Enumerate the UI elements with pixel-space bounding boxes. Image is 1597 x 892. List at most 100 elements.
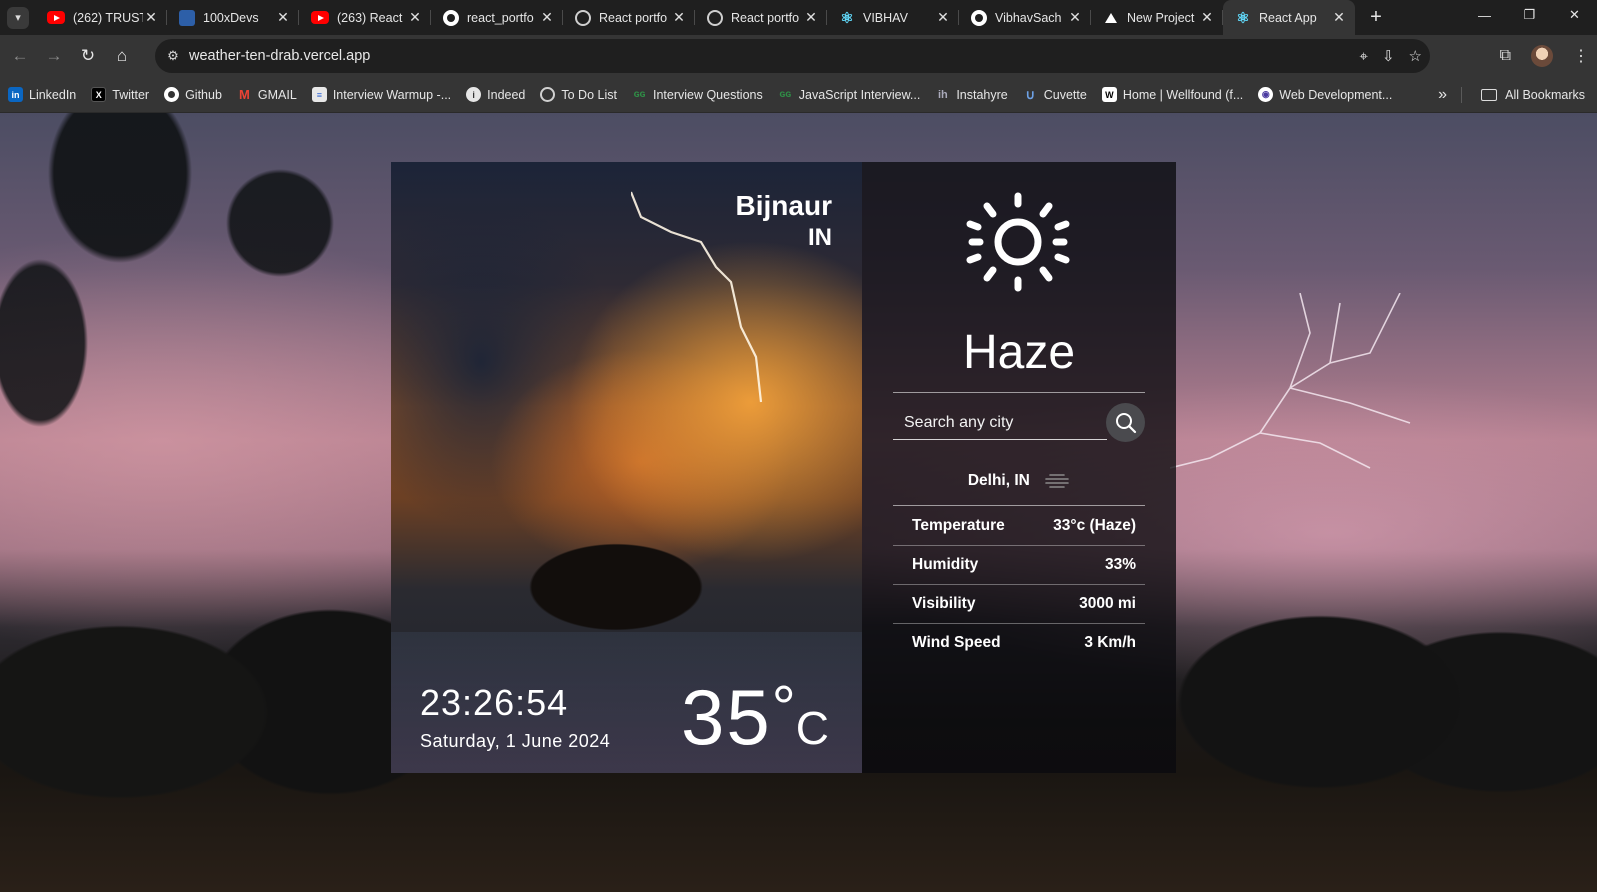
install-app-icon[interactable]: ⇩ <box>1382 47 1395 65</box>
country-code: IN <box>808 224 832 251</box>
url-text[interactable]: weather-ten-drab.vercel.app <box>189 48 370 64</box>
stat-row-wind-speed: Wind Speed 3 Km/h <box>893 623 1145 662</box>
bookmark-item[interactable]: ◉ Web Development... <box>1258 87 1392 102</box>
tab-close-icon[interactable]: ✕ <box>407 9 423 26</box>
background-lightning <box>1170 293 1411 469</box>
location-pin-icon[interactable]: ⌖ <box>1360 48 1368 65</box>
city-search <box>893 402 1107 440</box>
profile-avatar[interactable] <box>1531 45 1553 67</box>
bookmark-item[interactable]: ɢɢ JavaScript Interview... <box>778 87 921 102</box>
tab-close-icon[interactable]: ✕ <box>1331 9 1347 26</box>
all-bookmarks-label: All Bookmarks <box>1505 87 1585 102</box>
tab-title: react_portfo <box>467 10 534 25</box>
stat-value: 33°c (Haze) <box>1053 516 1136 534</box>
temperature-value: 35 <box>681 673 772 761</box>
tab-close-icon[interactable]: ✕ <box>671 9 687 26</box>
extensions-puzzle-icon[interactable]: ⧉ <box>1500 47 1511 65</box>
haze-icon <box>1045 474 1069 488</box>
tab-title: React portfo <box>731 10 800 25</box>
stat-value: 3 Km/h <box>1084 634 1136 651</box>
browser-tab-active[interactable]: ⚛ React App ✕ <box>1223 0 1355 35</box>
browser-toolbar: ← → ↻ ⌂ ⚙ weather-ten-drab.vercel.app ⌖ … <box>0 35 1597 77</box>
island-silhouette <box>476 517 756 637</box>
tab-close-icon[interactable]: ✕ <box>803 9 819 26</box>
tab-search-chevron-icon[interactable]: ▾ <box>7 6 29 29</box>
x-icon: X <box>91 87 107 102</box>
tab-list: (262) TRUST ✕ 100xDevs ✕ (263) React ✕ r… <box>35 0 1355 35</box>
background-foliage <box>0 113 400 533</box>
vercel-icon <box>1103 10 1119 26</box>
bookmark-star-icon[interactable]: ☆ <box>1409 47 1422 65</box>
browser-tab[interactable]: 100xDevs ✕ <box>167 0 299 35</box>
bookmark-item[interactable]: X Twitter <box>91 87 149 102</box>
bookmark-item[interactable]: M GMAIL <box>237 87 297 102</box>
tab-close-icon[interactable]: ✕ <box>539 9 555 26</box>
site-settings-icon[interactable]: ⚙ <box>159 48 187 64</box>
bookmark-label: To Do List <box>561 87 617 102</box>
globe-icon <box>575 9 591 26</box>
more-bookmarks-chevron-icon[interactable]: » <box>1438 86 1447 104</box>
bookmark-item[interactable]: ∪ Cuvette <box>1023 87 1086 102</box>
bookmark-label: JavaScript Interview... <box>798 87 921 102</box>
bookmark-item[interactable]: i Indeed <box>466 87 525 102</box>
globe-icon <box>540 87 556 102</box>
browser-tab[interactable]: New Project ✕ <box>1091 0 1223 35</box>
folder-icon <box>1481 88 1498 101</box>
stat-label: Visibility <box>912 595 976 612</box>
browser-tab[interactable]: ⚛ VIBHAV ✕ <box>827 0 959 35</box>
github-icon <box>164 87 180 102</box>
divider <box>893 392 1145 393</box>
tab-close-icon[interactable]: ✕ <box>143 9 159 26</box>
bookmark-item[interactable]: ≡ Interview Warmup -... <box>311 87 452 102</box>
close-window-icon[interactable]: ✕ <box>1552 0 1597 30</box>
city-search-input[interactable] <box>893 402 1107 439</box>
tab-title: React portfo <box>599 10 668 25</box>
browser-tab[interactable]: (262) TRUST ✕ <box>35 0 167 35</box>
tab-close-icon[interactable]: ✕ <box>1067 9 1083 26</box>
globe-icon <box>707 9 723 26</box>
new-tab-plus-icon[interactable]: + <box>1361 6 1391 29</box>
search-icon <box>1115 412 1136 433</box>
browser-tab[interactable]: (263) React ✕ <box>299 0 431 35</box>
youtube-icon <box>47 11 65 24</box>
forward-arrow-icon[interactable]: → <box>37 39 71 73</box>
stat-row-visibility: Visibility 3000 mi <box>893 584 1145 623</box>
bookmark-item[interactable]: Github <box>164 87 222 102</box>
bookmark-item[interactable]: To Do List <box>540 87 617 102</box>
all-bookmarks-button[interactable]: All Bookmarks <box>1481 88 1585 102</box>
current-time: 23:26:54 <box>420 682 569 723</box>
bookmark-item[interactable]: ɢɢ Interview Questions <box>632 87 763 102</box>
tab-close-icon[interactable]: ✕ <box>1199 9 1215 26</box>
back-arrow-icon[interactable]: ← <box>3 39 37 73</box>
stat-label: Wind Speed <box>912 634 1001 651</box>
browser-tab[interactable]: react_portfo ✕ <box>431 0 563 35</box>
youtube-icon <box>311 11 329 24</box>
browser-tab[interactable]: React portfo ✕ <box>563 0 695 35</box>
browser-tab[interactable]: React portfo ✕ <box>695 0 827 35</box>
react-icon: ⚛ <box>840 9 854 27</box>
gfg-icon: ɢɢ <box>779 89 792 100</box>
bookmark-item[interactable]: ih Instahyre <box>935 87 1008 102</box>
weather-hero-panel: Bijnaur IN 23:26:54 Saturday, 1 June 202… <box>391 162 862 773</box>
instahyre-icon: ih <box>937 88 948 101</box>
page-viewport: Bijnaur IN 23:26:54 Saturday, 1 June 202… <box>0 113 1597 892</box>
searched-location: Delhi, IN <box>862 472 1176 490</box>
tab-title: React App <box>1259 10 1317 25</box>
minimize-icon[interactable]: — <box>1462 0 1507 30</box>
tab-close-icon[interactable]: ✕ <box>935 9 951 26</box>
stat-row-humidity: Humidity 33% <box>893 545 1145 584</box>
menu-kebab-icon[interactable]: ⋮ <box>1573 46 1589 66</box>
search-button[interactable] <box>1106 403 1145 442</box>
address-bar[interactable]: ⚙ weather-ten-drab.vercel.app ⌖ ⇩ ☆ <box>155 39 1430 73</box>
bookmark-item[interactable]: W Home | Wellfound (f... <box>1101 87 1243 102</box>
home-icon[interactable]: ⌂ <box>105 39 139 73</box>
bookmark-label: Interview Warmup -... <box>332 87 452 102</box>
bookmark-item[interactable]: in LinkedIn <box>8 87 76 102</box>
tab-close-icon[interactable]: ✕ <box>275 9 291 26</box>
reload-icon[interactable]: ↻ <box>71 39 105 73</box>
browser-tab[interactable]: VibhavSach ✕ <box>959 0 1091 35</box>
tab-strip: ▾ (262) TRUST ✕ 100xDevs ✕ (263) React ✕… <box>0 0 1597 35</box>
temperature-unit: C <box>795 702 829 754</box>
restore-icon[interactable]: ❐ <box>1507 0 1552 30</box>
tab-title: New Project <box>1127 10 1195 25</box>
